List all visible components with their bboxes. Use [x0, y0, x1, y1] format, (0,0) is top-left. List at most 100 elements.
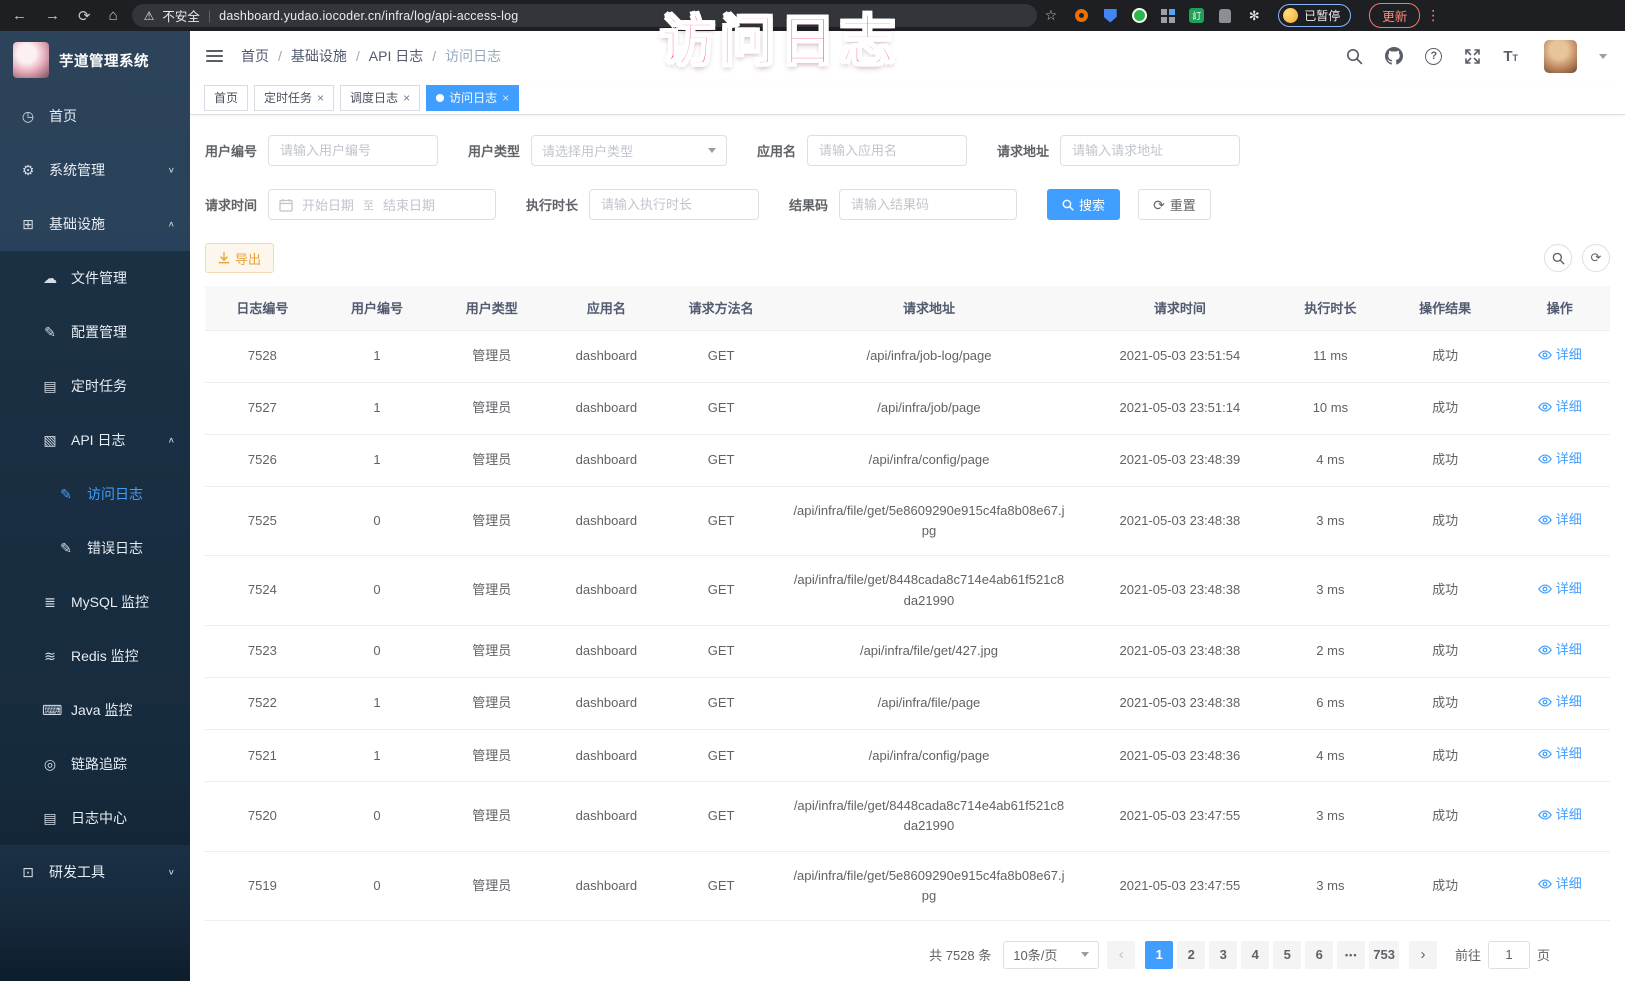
goto-page-input[interactable] [1488, 941, 1530, 969]
sidebar-item-java-monitor[interactable]: ⌨Java 监控 [0, 683, 190, 737]
more-pages-button[interactable]: ••• [1337, 941, 1365, 969]
extension-pinwheel-icon[interactable]: ✻ [1246, 8, 1262, 24]
tab-home[interactable]: 首页 [204, 85, 248, 111]
page-button-2[interactable]: 2 [1177, 941, 1205, 969]
detail-link[interactable]: 详细 [1538, 805, 1582, 825]
browser-reload-icon[interactable]: ⟳ [78, 7, 91, 25]
detail-link[interactable]: 详细 [1538, 449, 1582, 469]
address-bar[interactable]: ⚠ 不安全 | dashboard.yudao.iocoder.cn/infra… [132, 4, 1037, 27]
browser-back-icon[interactable]: ← [12, 7, 27, 24]
page-button-6[interactable]: 6 [1305, 941, 1333, 969]
breadcrumb-home[interactable]: 首页 [241, 46, 269, 66]
sidebar-item-access-log[interactable]: ✎访问日志 [0, 467, 190, 521]
user-id-input[interactable] [268, 135, 438, 166]
detail-link[interactable]: 详细 [1538, 579, 1582, 599]
sidebar-item-home[interactable]: ◷首页 [0, 89, 190, 143]
duration-input[interactable] [589, 189, 759, 220]
tab-schedule-log[interactable]: 调度日志× [340, 85, 420, 111]
sidebar-item-mysql-monitor[interactable]: ≣MySQL 监控 [0, 575, 190, 629]
page-button-1[interactable]: 1 [1145, 941, 1173, 969]
export-button[interactable]: 导出 [205, 243, 274, 273]
page-button-4[interactable]: 4 [1241, 941, 1269, 969]
tab-access-log[interactable]: 访问日志× [426, 85, 519, 111]
log-id-cell: 7523 [205, 625, 320, 677]
sidebar-toggle-icon[interactable] [206, 50, 223, 62]
app-logo-row[interactable]: 芋道管理系统 [0, 31, 190, 89]
detail-link[interactable]: 详细 [1538, 397, 1582, 417]
search-icon[interactable] [1346, 48, 1363, 65]
browser-menu-icon[interactable]: ⋮ [1426, 7, 1440, 24]
log-id-cell: 7528 [205, 330, 320, 382]
sidebar-item-api-logs[interactable]: ▧API 日志∧ [0, 413, 190, 467]
result-cell: 成功 [1381, 677, 1510, 729]
detail-link[interactable]: 详细 [1538, 510, 1582, 530]
github-icon[interactable] [1385, 47, 1403, 65]
extension-donut-icon[interactable] [1073, 8, 1089, 24]
extension-gray-icon[interactable] [1217, 8, 1233, 24]
sidebar-item-redis-monitor[interactable]: ≋Redis 监控 [0, 629, 190, 683]
detail-link[interactable]: 详细 [1538, 874, 1582, 894]
detail-link[interactable]: 详细 [1538, 640, 1582, 660]
request-time-cell: 2021-05-03 23:47:55 [1080, 782, 1281, 851]
tab-scheduled-jobs[interactable]: 定时任务× [254, 85, 334, 111]
user-type-select[interactable]: 请选择用户类型 [531, 135, 727, 166]
refresh-table-button[interactable]: ⟳ [1582, 244, 1610, 272]
sidebar-item-error-log[interactable]: ✎错误日志 [0, 521, 190, 575]
detail-link[interactable]: 详细 [1538, 744, 1582, 764]
user-avatar[interactable] [1544, 40, 1577, 73]
column-header: 操作结果 [1381, 286, 1510, 330]
action-cell: 详细 [1510, 625, 1610, 677]
avatar-caret-icon[interactable] [1599, 54, 1607, 59]
breadcrumb-api-log[interactable]: API 日志 [369, 46, 423, 66]
sidebar-item-label: 链路追踪 [71, 754, 127, 774]
help-icon[interactable]: ? [1425, 48, 1442, 65]
detail-link[interactable]: 详细 [1538, 345, 1582, 365]
extension-shield-icon[interactable] [1102, 8, 1118, 24]
request-time-range-picker[interactable]: 开始日期 至 结束日期 [268, 189, 496, 220]
detail-link[interactable]: 详细 [1538, 692, 1582, 712]
app-name-input[interactable] [807, 135, 967, 166]
browser-forward-icon[interactable]: → [45, 7, 60, 24]
reset-button[interactable]: ⟳ 重置 [1138, 189, 1211, 220]
close-icon[interactable]: × [502, 92, 509, 104]
request-url-cell: /api/infra/file/page [778, 677, 1079, 729]
search-button[interactable]: 搜索 [1047, 189, 1120, 220]
sidebar-item-dev-tools[interactable]: ⊡研发工具∨ [0, 845, 190, 899]
page-button-3[interactable]: 3 [1209, 941, 1237, 969]
insecure-warning-icon: ⚠ [144, 9, 155, 23]
user-id-cell: 1 [320, 677, 435, 729]
user-type-cell: 管理员 [434, 330, 549, 382]
font-size-icon[interactable]: TT [1503, 48, 1518, 65]
next-page-button[interactable]: › [1409, 941, 1437, 969]
table-row: 75221管理员dashboardGET/api/infra/file/page… [205, 677, 1610, 729]
paused-extension-pill[interactable]: 已暂停 [1278, 4, 1351, 27]
result-code-input[interactable] [839, 189, 1017, 220]
close-icon[interactable]: × [403, 92, 410, 104]
fullscreen-icon[interactable] [1464, 48, 1481, 65]
request-url-input[interactable] [1060, 135, 1240, 166]
sidebar-item-scheduled-jobs[interactable]: ▤定时任务 [0, 359, 190, 413]
prev-page-button[interactable]: ‹ [1107, 941, 1135, 969]
sidebar-item-label: API 日志 [71, 430, 125, 450]
sidebar-item-system-management[interactable]: ⚙系统管理∨ [0, 143, 190, 197]
extension-translate-icon[interactable]: 訂 [1189, 8, 1204, 23]
sidebar-item-infrastructure[interactable]: ⊞基础设施∧ [0, 197, 190, 251]
sidebar-item-link-tracing[interactable]: ◎链路追踪 [0, 737, 190, 791]
toggle-search-button[interactable] [1544, 244, 1572, 272]
bookmark-star-icon[interactable]: ☆ [1045, 7, 1058, 24]
browser-home-icon[interactable]: ⌂ [109, 7, 118, 24]
page-button-753[interactable]: 753 [1369, 941, 1399, 969]
extension-grid-icon[interactable] [1160, 8, 1176, 24]
result-cell: 成功 [1381, 625, 1510, 677]
method-cell: GET [664, 556, 779, 625]
page-button-5[interactable]: 5 [1273, 941, 1301, 969]
sidebar-item-config-management[interactable]: ✎配置管理 [0, 305, 190, 359]
browser-update-button[interactable]: 更新 [1369, 3, 1420, 28]
close-icon[interactable]: × [317, 92, 324, 104]
sidebar-item-file-management[interactable]: ☁文件管理 [0, 251, 190, 305]
page-size-select[interactable]: 10条/页 [1003, 941, 1099, 969]
extension-green-icon[interactable] [1131, 8, 1147, 24]
sidebar-item-log-center[interactable]: ▤日志中心 [0, 791, 190, 845]
breadcrumb-infra[interactable]: 基础设施 [291, 46, 347, 66]
log-id-cell: 7521 [205, 730, 320, 782]
